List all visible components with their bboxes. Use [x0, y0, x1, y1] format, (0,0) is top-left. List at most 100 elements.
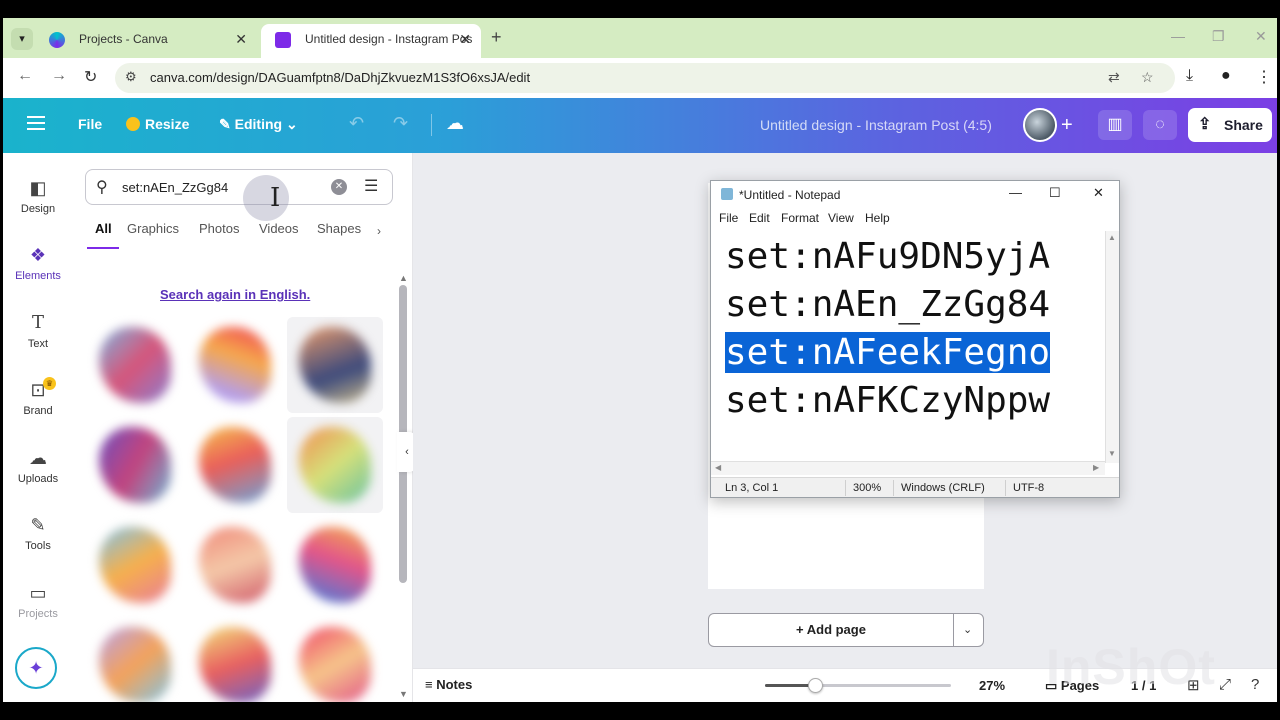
download-icon[interactable]: ⤓	[1186, 67, 1193, 85]
chevron-down-icon: ⌄	[282, 116, 298, 132]
rail-item-elements[interactable]: ❖ Elements	[3, 244, 73, 282]
browser-tab-strip: ▾ Projects - Canva ✕ Untitled design - I…	[3, 18, 1277, 58]
tabs-next-chevron-icon[interactable]: ›	[377, 224, 381, 238]
browser-tab-projects[interactable]: Projects - Canva ✕	[35, 24, 257, 58]
zoom-slider[interactable]	[765, 678, 951, 693]
main-menu-icon[interactable]	[27, 116, 45, 130]
close-tab-icon[interactable]: ✕	[459, 24, 471, 54]
share-button[interactable]: ⇪ Share	[1188, 108, 1272, 142]
chevron-down-icon[interactable]: ⌄	[963, 614, 972, 646]
design-icon: ◧	[29, 178, 47, 198]
rail-item-tools[interactable]: ✎ Tools	[3, 514, 73, 552]
tab-shapes[interactable]: Shapes	[317, 221, 361, 236]
browser-tab-design[interactable]: Untitled design - Instagram Pos ✕	[261, 24, 481, 58]
rail-item-projects[interactable]: ▭ Projects	[3, 582, 73, 620]
browser-menu-icon[interactable]: ⋮	[1256, 67, 1272, 87]
rail-item-design[interactable]: ◧ Design	[3, 177, 73, 215]
search-input[interactable]: ⚲ set:nAEn_ZzGg84 ✕ ☰	[85, 169, 393, 205]
notes-icon: ≡	[425, 677, 437, 692]
close-tab-icon[interactable]: ✕	[235, 24, 247, 54]
tab-search-button[interactable]: ▾	[11, 28, 33, 50]
back-icon[interactable]: ←	[17, 67, 33, 85]
fullscreen-icon[interactable]: ⤢	[1219, 676, 1231, 693]
maximize-icon[interactable]: ☐	[1049, 185, 1061, 201]
close-icon[interactable]: ✕	[1093, 185, 1104, 201]
tab-photos[interactable]: Photos	[199, 221, 239, 236]
reload-icon[interactable]: ↻	[84, 67, 97, 87]
notes-button[interactable]: ≡ Notes	[425, 677, 472, 692]
add-page-button[interactable]: + Add page ⌄	[708, 613, 984, 647]
scroll-down-icon[interactable]: ▼	[399, 689, 408, 699]
menu-view[interactable]: View	[828, 211, 854, 225]
insights-chart-icon[interactable]: ▥	[1098, 110, 1132, 140]
bookmark-star-icon[interactable]: ☆	[1141, 69, 1154, 86]
new-tab-icon[interactable]: +	[491, 27, 502, 48]
minimize-window-icon[interactable]: —	[1171, 28, 1185, 44]
search-again-link[interactable]: Search again in English.	[160, 287, 310, 302]
notepad-window[interactable]: *Untitled - Notepad — ☐ ✕ File Edit Form…	[710, 180, 1120, 498]
undo-icon[interactable]: ↶	[349, 113, 364, 134]
scroll-right-icon[interactable]: ▶	[1093, 463, 1099, 472]
minimize-icon[interactable]: —	[1009, 185, 1022, 200]
site-settings-icon[interactable]: ⚙	[125, 69, 137, 85]
tab-videos[interactable]: Videos	[259, 221, 299, 236]
address-bar[interactable]: ⚙ canva.com/design/DAGuamfptn8/DaDhjZkvu…	[115, 63, 1175, 93]
zoom-percentage[interactable]: 27%	[979, 678, 1005, 693]
notepad-horizontal-scrollbar[interactable]: ◀ ▶	[711, 461, 1105, 475]
result-thumbnail[interactable]	[287, 617, 383, 702]
notepad-vertical-scrollbar[interactable]: ▲ ▼	[1105, 231, 1119, 463]
scroll-left-icon[interactable]: ◀	[715, 463, 721, 472]
menu-help[interactable]: Help	[865, 211, 890, 225]
result-thumbnail[interactable]	[187, 517, 283, 613]
result-thumbnail[interactable]	[187, 417, 283, 513]
notepad-text-area[interactable]: set:nAFu9DN5yjA set:nAEn_ZzGg84 set:nAFe…	[721, 233, 1105, 461]
result-thumbnail[interactable]	[87, 517, 183, 613]
tab-all[interactable]: All	[95, 221, 112, 236]
search-icon: ⚲	[96, 179, 108, 196]
profile-icon[interactable]: ●	[1221, 67, 1231, 85]
line-endings: Windows (CRLF)	[901, 482, 985, 494]
rail-item-brand[interactable]: ⊡ ♛ Brand	[3, 377, 73, 417]
scroll-up-icon[interactable]: ▲	[399, 273, 408, 283]
result-thumbnail[interactable]	[87, 317, 183, 413]
help-icon[interactable]: ?	[1251, 676, 1259, 693]
magic-sparkle-icon[interactable]: ✦	[15, 647, 57, 689]
cursor-position: Ln 3, Col 1	[725, 482, 779, 494]
result-thumbnail[interactable]	[87, 417, 183, 513]
comments-icon[interactable]: ◌	[1143, 110, 1177, 140]
result-thumbnail[interactable]	[287, 317, 383, 413]
menu-file[interactable]: File	[719, 211, 738, 225]
tab-graphics[interactable]: Graphics	[127, 221, 179, 236]
filter-sliders-icon[interactable]: ☰	[364, 176, 378, 196]
scroll-up-icon[interactable]: ▲	[1108, 233, 1116, 242]
text-icon: T	[31, 312, 44, 333]
elements-panel: ⚲ set:nAEn_ZzGg84 ✕ ☰ I All Graphics Pho…	[73, 153, 413, 702]
tools-icon: ✎	[30, 515, 46, 535]
cloud-saved-icon[interactable]: ☁	[446, 113, 464, 134]
result-thumbnail[interactable]	[87, 617, 183, 702]
notepad-titlebar[interactable]: *Untitled - Notepad — ☐ ✕	[711, 181, 1119, 207]
menu-format[interactable]: Format	[781, 211, 819, 225]
scroll-down-icon[interactable]: ▼	[1108, 449, 1116, 458]
file-menu-button[interactable]: File	[78, 116, 102, 132]
result-thumbnail[interactable]	[287, 517, 383, 613]
design-title[interactable]: Untitled design - Instagram Post (4:5)	[760, 117, 992, 133]
forward-icon[interactable]: →	[51, 67, 67, 85]
notepad-menubar: File Edit Format View Help	[711, 207, 1119, 229]
user-avatar[interactable]	[1023, 108, 1057, 142]
rail-item-text[interactable]: T Text	[3, 312, 73, 350]
invite-plus-icon[interactable]: +	[1061, 114, 1073, 137]
resize-button[interactable]: Resize	[126, 116, 189, 132]
close-window-icon[interactable]: ✕	[1255, 28, 1267, 45]
translate-icon[interactable]: ⇄	[1108, 69, 1120, 86]
restore-window-icon[interactable]: ❐	[1212, 28, 1225, 45]
rail-item-uploads[interactable]: ☁ Uploads	[3, 447, 73, 485]
result-thumbnail[interactable]	[187, 317, 283, 413]
result-thumbnail[interactable]	[187, 617, 283, 702]
redo-icon[interactable]: ↷	[393, 113, 408, 134]
zoom-slider-handle[interactable]	[808, 678, 823, 693]
menu-edit[interactable]: Edit	[749, 211, 770, 225]
editing-mode-button[interactable]: ✎ Editing ⌄	[219, 116, 298, 133]
result-thumbnail[interactable]	[287, 417, 383, 513]
clear-search-icon[interactable]: ✕	[331, 179, 347, 195]
